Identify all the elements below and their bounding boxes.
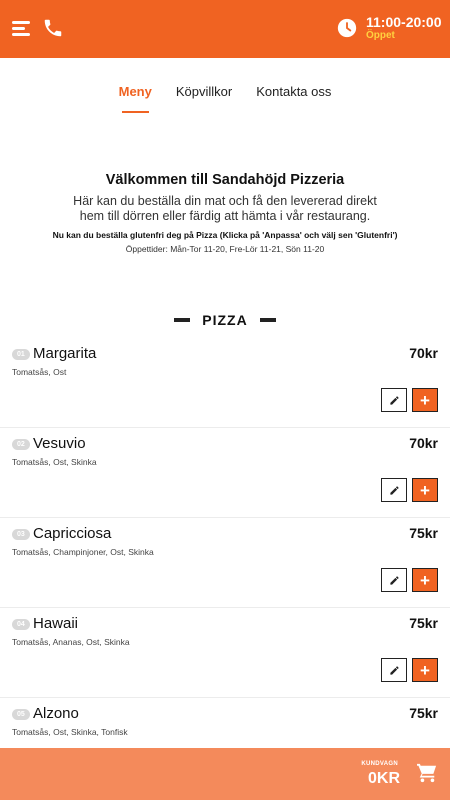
- edit-button[interactable]: [381, 478, 407, 502]
- list-item: 01 Margarita Tomatsås, Ost 70kr +: [0, 338, 450, 428]
- opening-hours: 11:00-20:00: [366, 14, 442, 30]
- pencil-icon: [389, 485, 399, 495]
- heading-bar-left: [174, 318, 191, 322]
- item-number: 05: [12, 709, 30, 720]
- add-button[interactable]: +: [412, 388, 438, 412]
- plus-icon: +: [420, 480, 430, 500]
- plus-icon: +: [420, 390, 430, 410]
- item-number: 02: [12, 439, 30, 450]
- item-price: 75kr: [409, 705, 438, 721]
- status-badge: Öppet: [366, 30, 395, 41]
- list-item: 03 Capricciosa Tomatsås, Champinjoner, O…: [0, 518, 450, 608]
- add-button[interactable]: +: [412, 478, 438, 502]
- plus-icon: +: [420, 660, 430, 680]
- phone-icon[interactable]: [42, 17, 64, 39]
- shopping-cart-icon[interactable]: [416, 763, 438, 783]
- tab-bar: Meny Köpvillkor Kontakta oss: [0, 84, 450, 113]
- menu-list: 01 Margarita Tomatsås, Ost 70kr + 02 Ves…: [0, 338, 450, 788]
- cart-bar[interactable]: KUNDVAGN 0KR: [0, 748, 450, 800]
- item-number: 01: [12, 349, 30, 360]
- item-ingredients: Tomatsås, Ost, Skinka, Tonfisk: [12, 727, 128, 737]
- item-price: 70kr: [409, 435, 438, 451]
- item-ingredients: Tomatsås, Ost, Skinka: [12, 457, 97, 467]
- item-number: 03: [12, 529, 30, 540]
- item-name: Margarita: [33, 345, 97, 362]
- item-name: Capricciosa: [33, 525, 112, 542]
- item-price: 75kr: [409, 615, 438, 631]
- welcome-title: Välkommen till Sandahöjd Pizzeria: [105, 172, 345, 188]
- welcome-section: Välkommen till Sandahöjd Pizzeria Här ka…: [0, 172, 450, 254]
- pencil-icon: [389, 575, 399, 585]
- edit-button[interactable]: [381, 658, 407, 682]
- cart-total: 0KR: [367, 770, 400, 787]
- cart-label: KUNDVAGN: [361, 761, 398, 767]
- item-name: Vesuvio: [33, 435, 86, 452]
- item-ingredients: Tomatsås, Ost: [12, 367, 67, 377]
- pencil-icon: [389, 665, 399, 675]
- welcome-description: Här kan du beställa din mat och få den l…: [73, 194, 377, 223]
- list-item: 04 Hawaii Tomatsås, Ananas, Ost, Skinka …: [0, 608, 450, 698]
- item-ingredients: Tomatsås, Ananas, Ost, Skinka: [12, 637, 130, 647]
- clock-icon: [337, 18, 357, 38]
- tab-meny[interactable]: Meny: [119, 84, 152, 113]
- item-price: 70kr: [409, 345, 438, 361]
- pencil-icon: [389, 395, 399, 405]
- item-number: 04: [12, 619, 30, 630]
- item-price: 75kr: [409, 525, 438, 541]
- gluten-note: Nu kan du beställa glutenfri deg på Pizz…: [52, 230, 398, 240]
- edit-button[interactable]: [381, 388, 407, 412]
- section-heading: PIZZA: [0, 312, 450, 328]
- add-button[interactable]: +: [412, 568, 438, 592]
- menu-icon[interactable]: [12, 20, 30, 36]
- item-name: Hawaii: [33, 615, 79, 632]
- edit-button[interactable]: [381, 568, 407, 592]
- section-title: PIZZA: [202, 312, 248, 328]
- tab-kopvillkor[interactable]: Köpvillkor: [176, 84, 232, 109]
- plus-icon: +: [420, 570, 430, 590]
- add-button[interactable]: +: [412, 658, 438, 682]
- item-name: Alzono: [33, 705, 79, 722]
- top-bar: 11:00-20:00 Öppet: [0, 0, 450, 58]
- tab-kontakta-oss[interactable]: Kontakta oss: [256, 84, 331, 109]
- list-item: 02 Vesuvio Tomatsås, Ost, Skinka 70kr +: [0, 428, 450, 518]
- heading-bar-right: [259, 318, 276, 322]
- opening-hours-note: Öppettider: Mån-Tor 11-20, Fre-Lör 11-21…: [125, 244, 325, 254]
- item-ingredients: Tomatsås, Champinjoner, Ost, Skinka: [12, 547, 154, 557]
